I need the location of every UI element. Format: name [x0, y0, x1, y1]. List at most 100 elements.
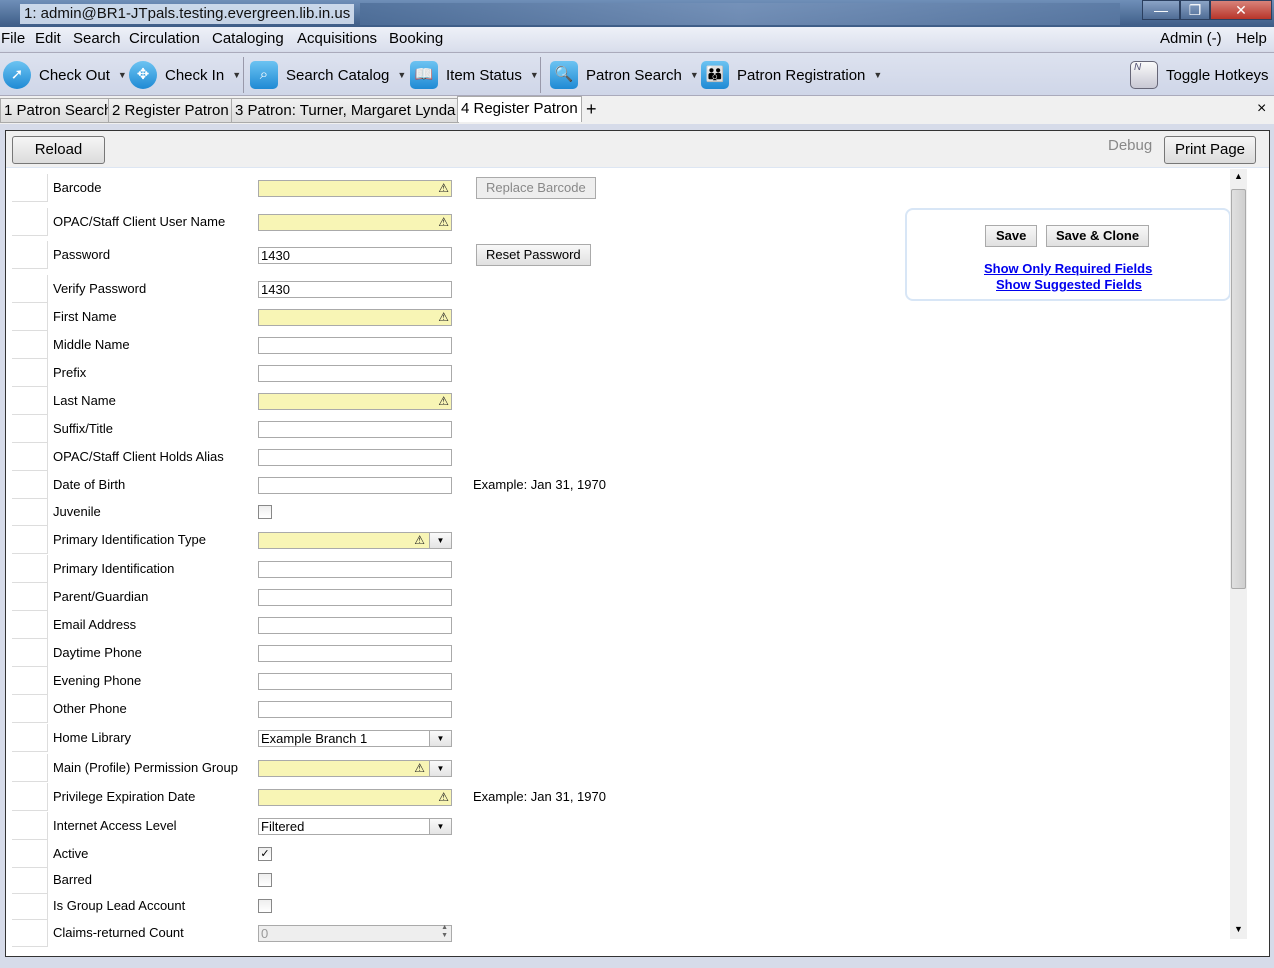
active-checkbox[interactable]: ✓	[258, 847, 272, 861]
check-out-button[interactable]: ➚ Check Out ▼	[3, 58, 127, 92]
opac-staff-client-user-name-label: OPAC/Staff Client User Name	[53, 214, 226, 229]
parent-guardian-input[interactable]	[258, 589, 452, 606]
scroll-thumb[interactable]	[1231, 189, 1246, 589]
new-tab-button[interactable]: +	[586, 99, 597, 120]
item-status-label: Item Status	[446, 66, 522, 84]
page-toolbar: Reload Debug Print Page	[6, 131, 1269, 168]
dropdown-arrow-icon[interactable]: ▼	[232, 70, 241, 80]
save-clone-button[interactable]: Save & Clone	[1046, 225, 1150, 247]
menu-cataloging[interactable]: Cataloging	[212, 30, 284, 47]
item-status-button[interactable]: 📖 Item Status ▼	[410, 58, 539, 92]
daytime-phone-input[interactable]	[258, 645, 452, 662]
check-in-button[interactable]: ✥ Check In ▼	[129, 58, 241, 92]
menu-circulation[interactable]: Circulation	[129, 30, 200, 47]
home-library-label: Home Library	[53, 730, 132, 745]
patron-search-button[interactable]: 🔍 Patron Search ▼	[550, 58, 699, 92]
verify-password-input[interactable]: 1430	[258, 281, 452, 298]
menu-admin[interactable]: Admin (-)	[1160, 30, 1222, 47]
tab-bar: 1 Patron Search 2 Register Patron 3 Patr…	[0, 96, 1274, 124]
prefix-input[interactable]	[258, 365, 452, 382]
search-catalog-button[interactable]: ⌕ Search Catalog ▼	[250, 58, 406, 92]
minimize-button[interactable]: —	[1142, 0, 1180, 20]
evening-phone-label: Evening Phone	[53, 673, 142, 688]
middle-name-input[interactable]	[258, 337, 452, 354]
claims-returned-count-input[interactable]: 0 ▲ ▼	[258, 924, 452, 942]
verify-password-value: 1430	[261, 282, 290, 297]
menu-help[interactable]: Help	[1236, 30, 1267, 47]
date-of-birth-hint: Example: Jan 31, 1970	[473, 477, 606, 492]
main-profile-permission-group-select[interactable]: ⚠ ▼	[258, 760, 452, 777]
dropdown-arrow-icon[interactable]: ▼	[429, 533, 451, 548]
menu-edit[interactable]: Edit	[35, 30, 61, 47]
primary-identification-type-select[interactable]: ⚠ ▼	[258, 532, 452, 549]
row-gutter	[12, 331, 48, 359]
save-button[interactable]: Save	[985, 225, 1038, 247]
menu-search[interactable]: Search	[73, 30, 121, 47]
show-required-fields-link[interactable]: Show Only Required Fields	[984, 261, 1152, 276]
primary-identification-label: Primary Identification	[53, 561, 175, 576]
dropdown-arrow-icon[interactable]: ▼	[530, 70, 539, 80]
row-gutter	[12, 583, 48, 611]
scroll-down-arrow-icon[interactable]: ▼	[1234, 924, 1243, 934]
dropdown-arrow-icon[interactable]: ▼	[873, 70, 882, 80]
last-name-input[interactable]: ⚠	[258, 393, 452, 410]
is-group-lead-account-checkbox[interactable]	[258, 899, 272, 913]
show-suggested-fields-link[interactable]: Show Suggested Fields	[996, 277, 1142, 292]
reset-password-button[interactable]: Reset Password	[476, 244, 591, 266]
internet-access-level-select[interactable]: Filtered ▼	[258, 818, 452, 835]
primary-identification-input[interactable]	[258, 561, 452, 578]
tab-register-patron-2[interactable]: 2 Register Patron	[108, 98, 233, 123]
suffix-title-input[interactable]	[258, 421, 452, 438]
privilege-expiration-date-input[interactable]: ⚠	[258, 789, 452, 806]
menu-acquisitions[interactable]: Acquisitions	[297, 30, 377, 47]
date-of-birth-label: Date of Birth	[53, 477, 126, 492]
dropdown-arrow-icon[interactable]: ▼	[429, 761, 451, 776]
toggle-hotkeys-label: Toggle Hotkeys	[1166, 66, 1269, 84]
home-library-select[interactable]: Example Branch 1 ▼	[258, 730, 452, 747]
toggle-hotkeys-button[interactable]: N Toggle Hotkeys	[1130, 58, 1269, 92]
scroll-up-arrow-icon[interactable]: ▲	[1234, 171, 1243, 181]
restore-button[interactable]: ❐	[1180, 0, 1210, 20]
row-gutter	[12, 415, 48, 443]
reload-button[interactable]: Reload	[12, 136, 105, 164]
patron-registration-button[interactable]: 👪 Patron Registration ▼	[701, 58, 882, 92]
row-gutter	[12, 695, 48, 723]
row-gutter	[12, 359, 48, 387]
debug-link[interactable]: Debug	[1108, 137, 1152, 154]
row-gutter	[12, 443, 48, 471]
print-page-button[interactable]: Print Page	[1164, 136, 1256, 164]
replace-barcode-button[interactable]: Replace Barcode	[476, 177, 596, 199]
close-window-button[interactable]: ✕	[1210, 0, 1272, 20]
evening-phone-input[interactable]	[258, 673, 452, 690]
opac-staff-client-user-name-input[interactable]: ⚠	[258, 214, 452, 231]
email-address-input[interactable]	[258, 617, 452, 634]
barred-checkbox[interactable]	[258, 873, 272, 887]
dropdown-arrow-icon[interactable]: ▼	[429, 819, 451, 834]
dropdown-arrow-icon[interactable]: ▼	[118, 70, 127, 80]
other-phone-input[interactable]	[258, 701, 452, 718]
dropdown-arrow-icon[interactable]: ▼	[397, 70, 406, 80]
password-label: Password	[53, 247, 111, 262]
warning-icon: ⚠	[438, 181, 449, 195]
barcode-input[interactable]: ⚠	[258, 180, 452, 197]
menu-booking[interactable]: Booking	[389, 30, 443, 47]
tab-register-patron-4[interactable]: 4 Register Patron	[457, 96, 582, 122]
close-tab-button[interactable]: ×	[1257, 100, 1266, 118]
opac-staff-client-holds-alias-input[interactable]	[258, 449, 452, 466]
password-input[interactable]: 1430	[258, 247, 452, 264]
menu-file[interactable]: File	[1, 30, 25, 47]
first-name-input[interactable]: ⚠	[258, 309, 452, 326]
juvenile-checkbox[interactable]	[258, 505, 272, 519]
row-gutter	[12, 754, 48, 782]
check-in-icon: ✥	[129, 61, 157, 89]
dropdown-arrow-icon[interactable]: ▼	[690, 70, 699, 80]
dropdown-arrow-icon[interactable]: ▼	[429, 731, 451, 746]
check-in-label: Check In	[165, 66, 225, 84]
tab-patron-turner[interactable]: 3 Patron: Turner, Margaret Lynda	[231, 98, 460, 123]
vertical-scrollbar[interactable]: ▲ ▼	[1230, 169, 1247, 939]
date-of-birth-input[interactable]	[258, 477, 452, 494]
warning-icon: ⚠	[414, 533, 425, 547]
spinner-arrows-icon[interactable]: ▲ ▼	[441, 924, 448, 940]
tab-patron-search[interactable]: 1 Patron Search	[0, 98, 117, 123]
menu-bar: File Edit Search Circulation Cataloging …	[0, 27, 1274, 51]
